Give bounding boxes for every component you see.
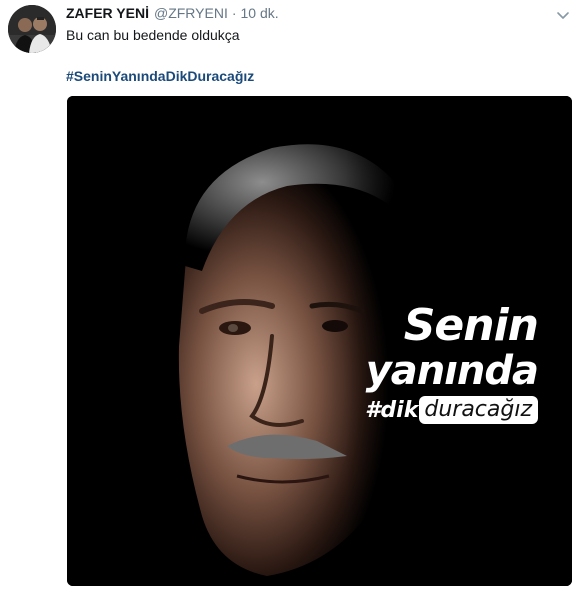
timestamp[interactable]: 10 dk. — [241, 5, 279, 21]
tweet-header: ZAFER YENİ @ZFRYENI · 10 dk. — [66, 5, 279, 23]
tweet-media[interactable]: Senin yanında #dik duracağız — [67, 96, 572, 586]
overlay-hashtag-prefix: #dik — [365, 397, 419, 423]
chevron-down-icon[interactable] — [556, 8, 570, 19]
avatar-image — [8, 5, 56, 53]
separator-dot: · — [231, 5, 237, 21]
avatar[interactable] — [8, 5, 56, 53]
hashtag-link[interactable]: #SeninYanındaDikDuracağız — [66, 67, 254, 85]
overlay-line-yaninda: yanında — [365, 348, 539, 394]
tweet: ZAFER YENİ @ZFRYENI · 10 dk. Bu can bu b… — [0, 0, 580, 593]
overlay-line-senin: Senin — [403, 300, 539, 351]
user-handle[interactable]: @ZFRYENI — [154, 5, 228, 21]
tweet-text: Bu can bu bedende oldukça — [66, 27, 240, 43]
display-name[interactable]: ZAFER YENİ — [66, 5, 149, 21]
overlay-hashtag-pill: duracağız — [419, 396, 538, 424]
overlay-hashtag: #dik duracağız — [365, 396, 538, 424]
